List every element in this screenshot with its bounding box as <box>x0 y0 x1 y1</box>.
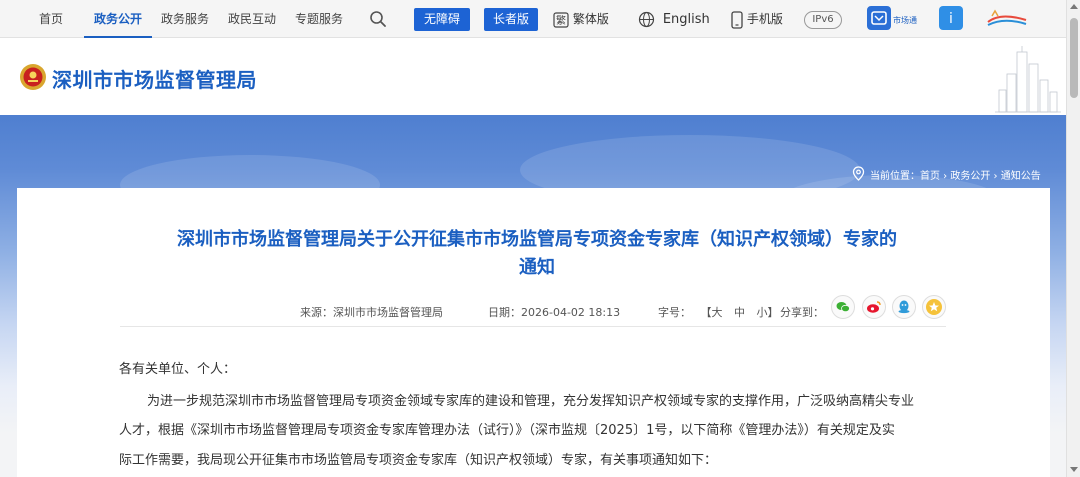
search-icon[interactable] <box>369 10 387 28</box>
qq-icon[interactable] <box>892 295 916 319</box>
scroll-up-arrow-icon[interactable] <box>1070 4 1078 9</box>
font-size-small[interactable]: 小】 <box>757 306 779 319</box>
market-app-icon[interactable] <box>867 6 891 30</box>
breadcrumb-home[interactable]: 首页 <box>920 171 940 182</box>
accessibility-button[interactable]: 无障碍 <box>414 8 470 31</box>
emblem-icon <box>20 64 46 90</box>
traditional-chinese-link[interactable]: 繁 繁体版 <box>553 0 609 38</box>
article-date: 日期：2026-04-02 18:13 <box>488 304 620 320</box>
scroll-thumb[interactable] <box>1070 18 1078 98</box>
article-title-line-2: 通知 <box>519 257 555 278</box>
article-title-line-1: 深圳市市场监督管理局关于公开征集市市场监管局专项资金专家库（知识产权领域）专家的 <box>177 229 897 250</box>
favorite-star-icon[interactable] <box>922 295 946 319</box>
date-value: 2026-04-02 18:13 <box>521 306 621 319</box>
meta-divider <box>120 326 946 327</box>
share-label: 分享到： <box>780 306 824 319</box>
greeting-text: 各有关单位、个人： <box>119 362 237 377</box>
breadcrumb-separator: › <box>940 171 951 182</box>
english-label: English <box>662 12 710 27</box>
article-title: 深圳市市场监督管理局关于公开征集市市场监管局专项资金专家库（知识产权领域）专家的… <box>127 226 947 282</box>
font-size-control: 字号： 【大 中 小】 <box>658 304 779 320</box>
skyline-illustration-icon <box>995 46 1061 113</box>
page-scrollbar[interactable] <box>1066 0 1080 477</box>
nav-home[interactable]: 首页 <box>36 0 66 38</box>
mobile-version-label: 手机版 <box>746 12 783 26</box>
font-size-large[interactable]: 【大 <box>701 306 723 319</box>
source-label: 来源： <box>300 306 333 319</box>
traditional-chinese-icon: 繁 <box>553 11 569 28</box>
svg-text:i: i <box>949 11 953 27</box>
nav-special-services[interactable]: 专题服务 <box>292 0 346 38</box>
traditional-chinese-label: 繁体版 <box>572 12 609 26</box>
elder-mode-button[interactable]: 长者版 <box>484 8 538 31</box>
globe-icon <box>638 11 655 28</box>
wechat-icon[interactable] <box>831 295 855 319</box>
font-size-medium[interactable]: 中 <box>734 306 745 319</box>
body-paragraph-line-1: 为进一步规范深圳市市场监督管理局专项资金领域专家库的建设和管理，充分发挥知识产权… <box>147 394 915 409</box>
ipv6-badge: IPv6 <box>804 11 842 29</box>
body-paragraph-line-3: 际工作需要，我局现公开征集市市场监管局专项资金专家库（知识产权领域）专家，有关事… <box>119 453 718 468</box>
article-card: 深圳市市场监督管理局关于公开征集市市场监管局专项资金专家库（知识产权领域）专家的… <box>17 188 1050 477</box>
breadcrumb-government-affairs[interactable]: 政务公开 <box>950 171 990 182</box>
nav-government-services[interactable]: 政务服务 <box>158 0 212 38</box>
phone-icon <box>731 10 743 29</box>
nav-citizen-interaction[interactable]: 政民互动 <box>225 0 279 38</box>
breadcrumb-separator: › <box>990 171 1001 182</box>
svg-text:繁: 繁 <box>556 14 566 27</box>
date-label: 日期： <box>488 306 521 319</box>
site-header: 深圳市市场监督管理局 <box>0 38 1066 115</box>
top-nav-bar: 首页 政务公开 政务服务 政民互动 专题服务 无障碍 长者版 繁 繁体版 Eng… <box>0 0 1066 38</box>
breadcrumb-prefix: 当前位置： <box>870 171 920 182</box>
mobile-version-link[interactable]: 手机版 <box>731 0 783 38</box>
breadcrumb-notices[interactable]: 通知公告 <box>1001 171 1041 182</box>
market-app-label: 市场通 <box>893 16 917 25</box>
nav-government-affairs[interactable]: 政务公开 <box>84 0 152 38</box>
english-link[interactable]: English <box>638 0 710 38</box>
shenzhen-app-icon[interactable]: i <box>939 6 963 30</box>
article-source: 来源：深圳市市场监督管理局 <box>300 304 443 320</box>
site-title[interactable]: 深圳市市场监督管理局 <box>52 64 257 93</box>
source-value: 深圳市市场监督管理局 <box>333 306 443 319</box>
location-pin-icon <box>852 166 865 181</box>
font-size-label: 字号： <box>658 306 691 319</box>
body-paragraph-line-2: 人才，根据《深圳市市场监督管理局专项资金专家库管理办法（试行）》（深市监规〔20… <box>119 423 895 438</box>
weibo-icon[interactable] <box>862 295 886 319</box>
city-logo-icon[interactable] <box>986 8 1028 30</box>
scroll-down-arrow-icon[interactable] <box>1070 467 1078 472</box>
